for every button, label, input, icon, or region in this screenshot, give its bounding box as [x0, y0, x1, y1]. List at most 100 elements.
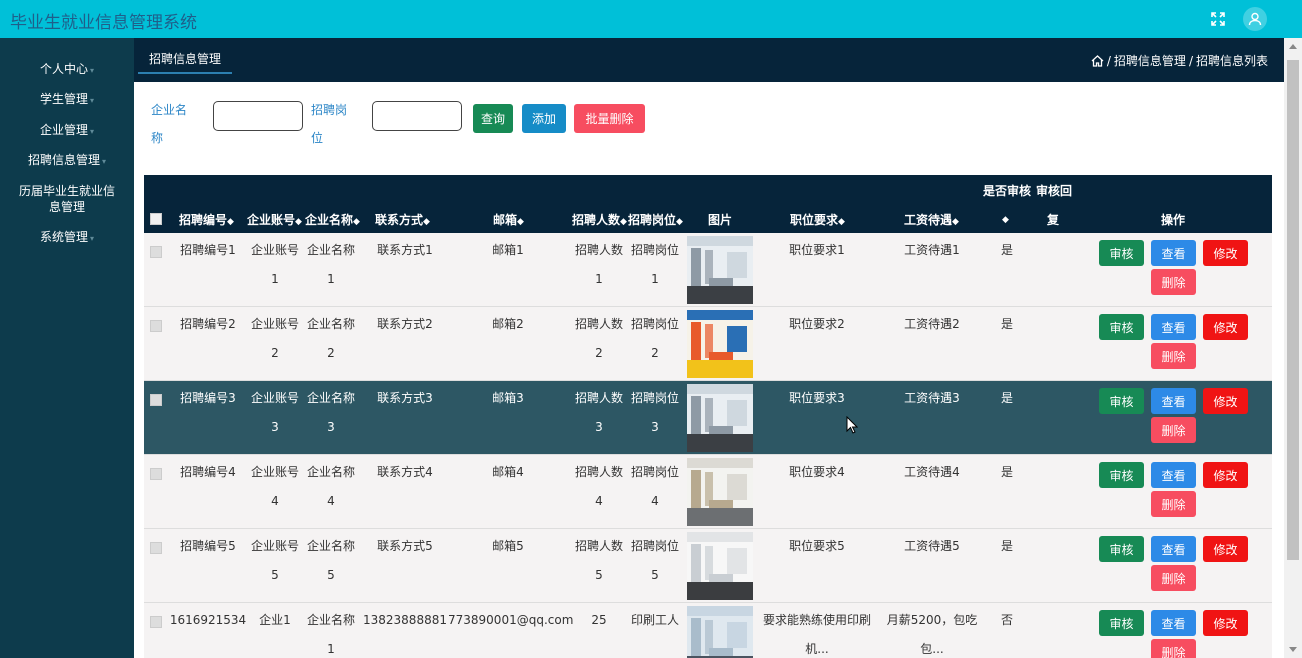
column-header-reply-cont: 复 — [1047, 213, 1060, 227]
cell-company: 企业名称 2 — [306, 317, 355, 360]
sidebar-item-recruitment-management[interactable]: 招聘信息管理 ▾ — [0, 152, 134, 170]
table-row[interactable]: 1616921534 企业1 企业名称 1 13823888881 773890001@q… — [144, 603, 1272, 658]
sort-icon: ◆ — [353, 217, 360, 227]
cell-salary: 工资待遇5 — [904, 539, 960, 553]
recruitment-photo[interactable] — [687, 458, 753, 526]
sort-icon[interactable]: ◆ — [1002, 211, 1009, 225]
column-header-audited[interactable]: 是否审核 — [983, 182, 1031, 199]
column-header-company[interactable]: 企业名称◆ — [305, 211, 360, 228]
cell-email: 邮箱5 — [492, 539, 524, 553]
cell-audited: 是 — [1000, 243, 1013, 257]
delete-button[interactable]: 删除 — [1151, 343, 1196, 369]
home-icon[interactable] — [1091, 54, 1104, 67]
view-button[interactable]: 查看 — [1151, 610, 1196, 636]
column-header-count[interactable]: 招聘人数◆ — [572, 211, 627, 228]
table-row[interactable]: 招聘编号5 企业账号 5 企业名称 5 联系方式5 邮箱5 招聘人数 5 招聘岗位 5 职位要求5 工资… — [144, 529, 1272, 603]
cell-email: 邮箱3 — [492, 391, 524, 405]
sort-icon: ◆ — [676, 217, 683, 227]
cell-company: 企业名称 4 — [306, 465, 355, 508]
add-button[interactable]: 添加 — [522, 104, 566, 133]
sort-icon: ◆ — [620, 217, 627, 227]
fullscreen-icon[interactable] — [1206, 7, 1230, 31]
column-header-account[interactable]: 企业账号◆ — [247, 211, 302, 228]
table-row[interactable]: 招聘编号4 企业账号 4 企业名称 4 联系方式4 邮箱4 招聘人数 4 招聘岗位 4 职位要求4 工资… — [144, 455, 1272, 529]
breadcrumb-item: 招聘信息列表 — [1195, 54, 1268, 68]
recruitment-photo[interactable] — [687, 532, 753, 600]
column-header-salary[interactable]: 工资待遇◆ — [904, 211, 959, 228]
audit-button[interactable]: 审核 — [1099, 314, 1144, 340]
audit-button[interactable]: 审核 — [1099, 610, 1144, 636]
edit-button[interactable]: 修改 — [1203, 388, 1248, 414]
delete-button[interactable]: 删除 — [1151, 639, 1196, 658]
breadcrumb: / 招聘信息管理 / 招聘信息列表 — [1091, 52, 1268, 69]
batch-delete-button[interactable]: 批量删除 — [574, 104, 645, 133]
select-all-checkbox[interactable] — [150, 213, 162, 225]
edit-button[interactable]: 修改 — [1203, 314, 1248, 340]
cell-company: 企业名称 3 — [306, 391, 355, 434]
delete-button[interactable]: 删除 — [1151, 491, 1196, 517]
row-checkbox[interactable] — [150, 616, 162, 628]
table-row[interactable]: 招聘编号3 企业账号 3 企业名称 3 联系方式3 邮箱3 招聘人数 3 招聘岗位 3 职位要求3 工资… — [144, 381, 1272, 455]
column-header-email[interactable]: 邮箱◆ — [493, 211, 524, 228]
view-button[interactable]: 查看 — [1151, 536, 1196, 562]
edit-button[interactable]: 修改 — [1203, 240, 1248, 266]
query-button[interactable]: 查询 — [473, 104, 513, 133]
row-checkbox[interactable] — [150, 246, 162, 258]
row-checkbox[interactable] — [150, 542, 162, 554]
cell-count: 招聘人数 5 — [574, 539, 623, 582]
recruitment-photo[interactable] — [687, 384, 753, 452]
delete-button[interactable]: 删除 — [1151, 417, 1196, 443]
delete-button[interactable]: 删除 — [1151, 269, 1196, 295]
view-button[interactable]: 查看 — [1151, 462, 1196, 488]
company-name-input[interactable] — [213, 101, 303, 131]
caret-down-icon: ▾ — [90, 127, 95, 136]
scrollbar-thumb[interactable] — [1287, 60, 1299, 560]
delete-button[interactable]: 删除 — [1151, 565, 1196, 591]
position-input[interactable] — [372, 101, 462, 131]
view-button[interactable]: 查看 — [1151, 388, 1196, 414]
table-row[interactable]: 招聘编号2 企业账号 2 企业名称 2 联系方式2 邮箱2 招聘人数 2 招聘岗位 2 职位要求2 工资… — [144, 307, 1272, 381]
edit-button[interactable]: 修改 — [1203, 536, 1248, 562]
audit-button[interactable]: 审核 — [1099, 388, 1144, 414]
audit-button[interactable]: 审核 — [1099, 240, 1144, 266]
view-button[interactable]: 查看 — [1151, 240, 1196, 266]
audit-button[interactable]: 审核 — [1099, 462, 1144, 488]
cell-no: 招聘编号5 — [180, 539, 236, 553]
sidebar-item-student-management[interactable]: 学生管理 ▾ — [0, 91, 134, 109]
cell-no: 招聘编号4 — [180, 465, 236, 479]
sidebar-item-system-management[interactable]: 系统管理 ▾ — [0, 229, 134, 247]
edit-button[interactable]: 修改 — [1203, 610, 1248, 636]
sidebar-item-graduate-employment[interactable]: 历届毕业生就业信息管理 — [0, 183, 134, 215]
cell-contact: 联系方式4 — [377, 465, 433, 479]
view-button[interactable]: 查看 — [1151, 314, 1196, 340]
scroll-down-icon[interactable] — [1289, 647, 1297, 652]
tab-recruitment-management[interactable]: 招聘信息管理 — [138, 48, 232, 74]
audit-button[interactable]: 审核 — [1099, 536, 1144, 562]
column-header-no[interactable]: 招聘编号◆ — [179, 211, 234, 228]
recruitment-photo[interactable] — [687, 606, 753, 658]
row-checkbox[interactable] — [150, 320, 162, 332]
edit-button[interactable]: 修改 — [1203, 462, 1248, 488]
recruitment-photo[interactable] — [687, 310, 753, 378]
search-form: 企业名称 招聘岗位 查询 添加 批量删除 — [134, 82, 1284, 170]
cell-account: 企业账号 2 — [250, 317, 299, 360]
cell-company: 企业名称 5 — [306, 539, 355, 582]
cell-audited: 是 — [1000, 539, 1013, 553]
sidebar-item-company-management[interactable]: 企业管理 ▾ — [0, 122, 134, 140]
sidebar-item-personal-center[interactable]: 个人中心 ▾ — [0, 61, 134, 79]
recruitment-photo[interactable] — [687, 236, 753, 304]
column-header-contact[interactable]: 联系方式◆ — [375, 211, 430, 228]
cell-company: 企业名称 1 — [306, 613, 355, 656]
scroll-up-icon[interactable] — [1289, 44, 1297, 49]
column-header-requirement[interactable]: 职位要求◆ — [790, 211, 845, 228]
row-checkbox[interactable] — [150, 394, 162, 406]
vertical-scrollbar[interactable] — [1284, 38, 1302, 658]
row-checkbox[interactable] — [150, 468, 162, 480]
table-row[interactable]: 招聘编号1 企业账号 1 企业名称 1 联系方式1 邮箱1 招聘人数 1 招聘岗位 1 职位要求1 工资… — [144, 233, 1272, 307]
sort-icon: ◆ — [838, 217, 845, 227]
breadcrumb-item[interactable]: 招聘信息管理 — [1114, 52, 1186, 69]
cell-position: 招聘岗位 5 — [630, 539, 679, 582]
sub-header: 招聘信息管理 / 招聘信息管理 / 招聘信息列表 — [134, 38, 1284, 82]
user-icon[interactable] — [1243, 7, 1267, 31]
column-header-position[interactable]: 招聘岗位◆ — [628, 211, 683, 228]
